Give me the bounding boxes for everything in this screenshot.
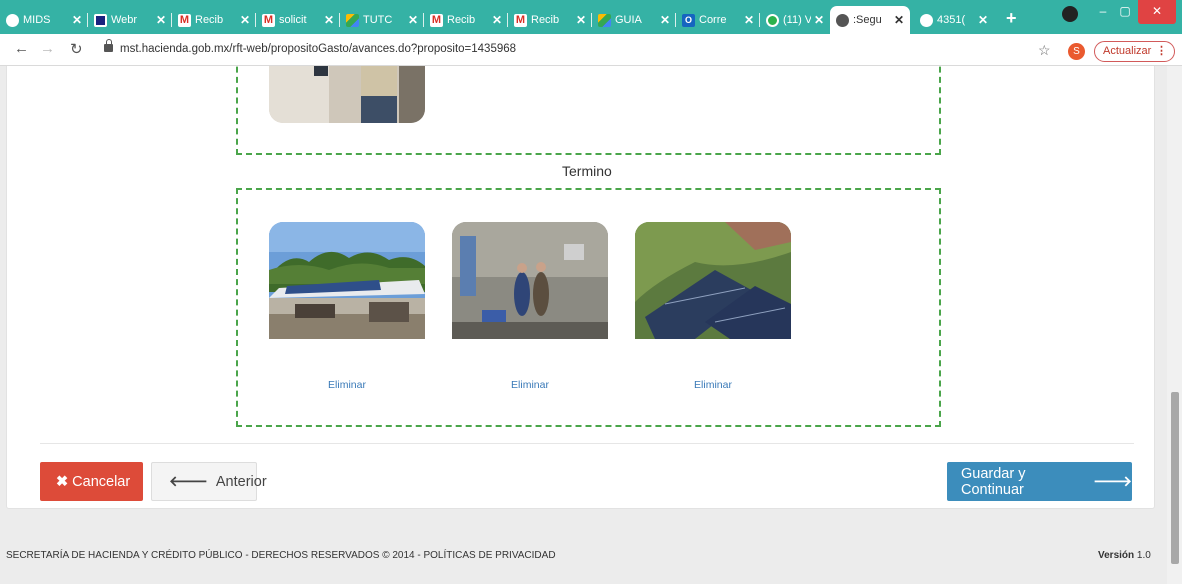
previous-button[interactable]: 🡐 Anterior (151, 462, 267, 501)
tab-title: MIDS (23, 14, 51, 26)
browser-tab[interactable]: M solicit ✕ (256, 6, 340, 34)
globe-icon (920, 13, 933, 27)
browser-tab-active[interactable]: :Segu ✕ (830, 6, 910, 34)
delete-link[interactable]: Eliminar (307, 379, 387, 391)
reload-icon[interactable]: ↻ (70, 40, 83, 58)
gmail-icon: M (262, 13, 275, 27)
footer-text: SECRETARÍA DE HACIENDA Y CRÉDITO PÚBLICO… (6, 550, 556, 561)
browser-tab[interactable]: (11) V ✕ (760, 6, 830, 34)
photo-group-previous (236, 66, 941, 155)
browser-toolbar: ← → ↻ mst.hacienda.gob.mx/rft-web/propos… (0, 34, 1182, 66)
forward-icon[interactable]: → (40, 40, 55, 57)
browser-tab[interactable]: GUIA ✕ (592, 6, 676, 34)
browser-tab[interactable]: TUTC ✕ (340, 6, 424, 34)
lock-icon (104, 39, 113, 52)
cancel-label: Cancelar (72, 473, 131, 490)
close-icon[interactable]: ✕ (72, 13, 82, 27)
close-icon[interactable]: ✕ (156, 13, 166, 27)
browser-tab[interactable]: 4351( ✕ (914, 6, 994, 34)
close-icon: ✖ (56, 473, 69, 490)
close-icon[interactable]: ✕ (324, 13, 334, 27)
whatsapp-icon (766, 13, 779, 27)
browser-tab[interactable]: M Recib ✕ (424, 6, 508, 34)
close-icon[interactable]: ✕ (744, 13, 754, 27)
tab-title: GUIA (615, 14, 642, 26)
tab-title: Recib (195, 14, 224, 26)
version-info: Versión 1.0 (1098, 550, 1151, 561)
close-icon[interactable]: ✕ (660, 13, 670, 27)
previous-label: Anterior (215, 473, 267, 490)
browser-tab[interactable]: Webr ✕ (88, 6, 172, 34)
version-number: 1.0 (1136, 550, 1151, 561)
close-icon[interactable]: ✕ (408, 13, 418, 27)
photo-thumbnail[interactable] (269, 222, 425, 339)
profile-avatar[interactable]: S (1068, 43, 1085, 60)
section-label: Termino (562, 163, 612, 179)
save-continue-label: Guardar y Continuar (961, 465, 1026, 498)
update-label: Actualizar (1103, 45, 1152, 57)
close-icon[interactable]: ✕ (814, 13, 824, 27)
tab-title: Recib (447, 14, 476, 26)
delete-link[interactable]: Eliminar (490, 379, 570, 391)
update-button[interactable]: Actualizar ⋮ (1094, 41, 1175, 62)
page-content: Termino Eliminar Eliminar Eliminar ✖ Can… (0, 66, 1167, 584)
cancel-button[interactable]: ✖ Cancelar (40, 462, 143, 501)
bookmark-star-icon[interactable]: ☆ (1038, 42, 1051, 59)
browser-tab[interactable]: M Recib ✕ (172, 6, 256, 34)
globe-icon (6, 13, 19, 27)
form-card: Termino Eliminar Eliminar Eliminar ✖ Can… (6, 66, 1155, 509)
close-icon[interactable]: ✕ (576, 13, 586, 27)
gmail-icon: M (430, 13, 443, 27)
arrow-left-icon: 🡐 (169, 474, 208, 490)
globe-icon (836, 13, 849, 27)
browser-tab[interactable]: M Recib ✕ (508, 6, 592, 34)
back-icon[interactable]: ← (14, 40, 29, 57)
minimize-icon[interactable]: – (1092, 0, 1114, 24)
arrow-right-icon: 🡒 (1093, 474, 1132, 490)
maximize-icon[interactable]: ▢ (1114, 0, 1136, 24)
tab-title: TUTC (363, 14, 393, 26)
webex-icon (94, 13, 107, 27)
save-continue-button[interactable]: Guardar y Continuar 🡒 (947, 462, 1132, 501)
extension-icon[interactable] (1062, 6, 1078, 22)
version-label: Versión (1098, 550, 1135, 561)
browser-tab[interactable]: O Corre ✕ (676, 6, 760, 34)
delete-link[interactable]: Eliminar (673, 379, 753, 391)
tab-title: :Segu (853, 14, 882, 26)
photo-group-termino: Eliminar Eliminar Eliminar (236, 188, 941, 427)
new-tab-button[interactable]: + (1006, 8, 1017, 29)
drive-icon (346, 13, 359, 27)
close-icon[interactable]: ✕ (240, 13, 250, 27)
close-icon[interactable]: ✕ (492, 13, 502, 27)
scrollbar-thumb[interactable] (1171, 392, 1179, 564)
menu-dots-icon: ⋮ (1156, 45, 1167, 57)
photo-thumbnail (269, 66, 425, 123)
tab-title: solicit (279, 14, 307, 26)
gmail-icon: M (514, 13, 527, 27)
tab-title: Corre (699, 14, 727, 26)
gmail-icon: M (178, 13, 191, 27)
tab-title: Webr (111, 14, 138, 26)
browser-tab-strip: MIDS ✕ Webr ✕ M Recib ✕ M solicit ✕ TUTC… (0, 0, 1182, 34)
drive-icon (598, 13, 611, 27)
browser-tab[interactable]: MIDS ✕ (0, 6, 88, 34)
tab-title: 4351( (937, 14, 966, 26)
address-bar[interactable]: mst.hacienda.gob.mx/rft-web/propositoGas… (120, 43, 516, 55)
divider (40, 443, 1134, 444)
close-icon[interactable]: ✕ (894, 13, 904, 27)
close-window-icon[interactable]: ✕ (1138, 0, 1176, 24)
photo-thumbnail[interactable] (635, 222, 791, 339)
tab-title: (11) V (783, 14, 811, 26)
outlook-icon: O (682, 13, 695, 27)
close-icon[interactable]: ✕ (978, 13, 988, 27)
tab-title: Recib (531, 14, 560, 26)
photo-thumbnail[interactable] (452, 222, 608, 339)
